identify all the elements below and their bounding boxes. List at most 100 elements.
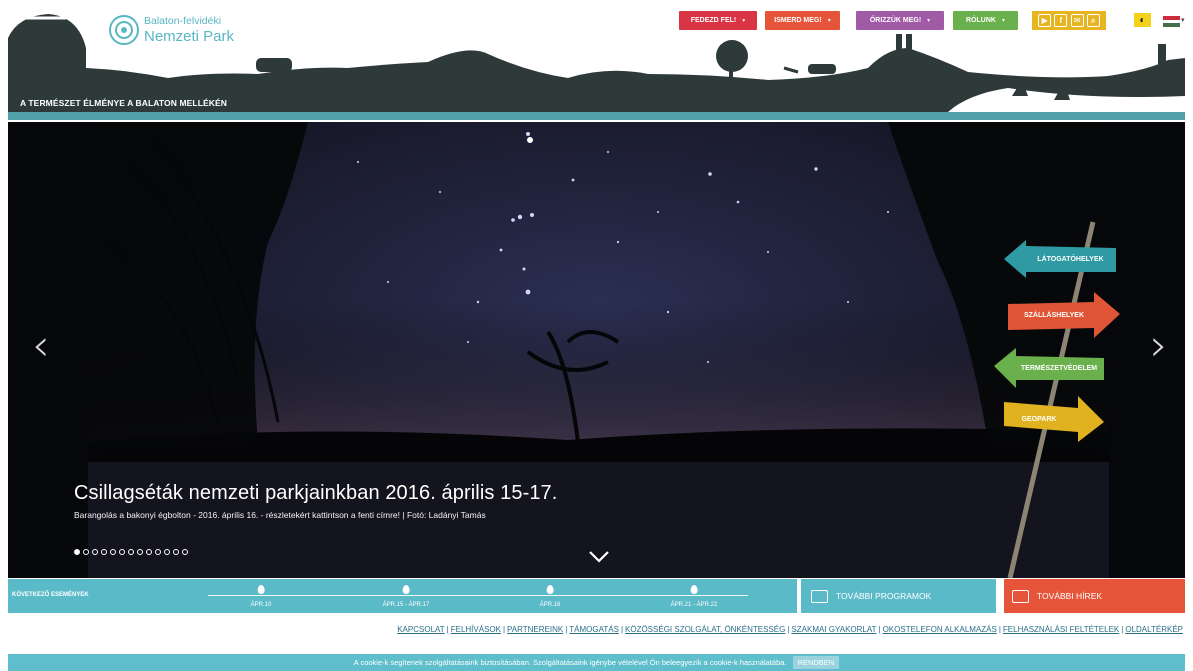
event-date: ÁPR.10 (250, 602, 272, 608)
youtube-icon[interactable]: ▶ (1038, 14, 1052, 27)
hero-subtitle: Barangolás a bakonyi égbolton - 2016. áp… (74, 510, 486, 520)
nav-ismerd-meg[interactable]: ISMERD MEG! ▾ (765, 11, 840, 30)
event-item[interactable]: ÁPR.10 (250, 585, 272, 608)
separator: | (502, 625, 506, 634)
separator: | (998, 625, 1001, 634)
slide-dot[interactable] (182, 549, 188, 555)
slide-dot[interactable] (110, 549, 116, 555)
more-news-button[interactable]: TOVÁBBI HÍREK (1004, 579, 1185, 613)
search-icon[interactable]: ⌕ (1086, 14, 1100, 27)
footer-link-kapcsolat[interactable]: KAPCSOLAT (397, 625, 444, 634)
nav-orizzuk-meg[interactable]: ŐRIZZÜK MEG! ▾ (856, 11, 944, 30)
cookie-text: A cookie-k segítenek szolgáltatásaink bi… (353, 658, 787, 667)
facebook-icon[interactable]: f (1054, 14, 1068, 27)
footer-link-onkentesseg[interactable]: KÖZÖSSÉGI SZOLGÁLAT, ÖNKÉNTESSÉG (625, 625, 785, 634)
hero-caption: Csillagséták nemzeti parkjainkban 2016. … (74, 482, 557, 520)
pin-icon (690, 585, 698, 594)
footer-link-okostelefon[interactable]: OKOSTELEFON ALKALMAZÁS (883, 625, 997, 634)
sign-termeszetvedelem[interactable]: TERMÉSZETVÉDELEM (994, 348, 1106, 388)
sign-latogatohelyek[interactable]: LÁTOGATÓHELYEK (1004, 240, 1119, 278)
slide-dot[interactable] (137, 549, 143, 555)
footer-link-felhivasok[interactable]: FELHÍVÁSOK (451, 625, 501, 634)
footer-links: KAPCSOLAT | FELHÍVÁSOK | PARTNEREINK | TÁMO… (397, 625, 1183, 634)
nav-label: ISMERD MEG! (774, 17, 822, 24)
prev-slide-button[interactable]: ‹ (32, 320, 50, 371)
hero-title[interactable]: Csillagséták nemzeti parkjainkban 2016. … (74, 482, 557, 505)
slide-dot[interactable] (119, 549, 125, 555)
slide-dot[interactable] (92, 549, 98, 555)
hero-slider: ‹ › LÁTOGATÓHELYEK SZÁLLÁSHELYEK TERMÉSZ… (8, 122, 1185, 578)
separator: | (446, 625, 449, 634)
separator: | (878, 625, 881, 634)
chevron-down-icon: ▾ (927, 18, 931, 24)
pin-icon (257, 585, 265, 594)
separator: | (565, 625, 568, 634)
event-date: ÁPR.16 (539, 602, 561, 608)
footer-link-partnereink[interactable]: PARTNEREINK (507, 625, 563, 634)
chevron-down-icon[interactable] (588, 550, 610, 564)
events-label: KÖVETKEZŐ ESEMÉNYEK (12, 592, 89, 598)
sign-label: SZÁLLÁSHELYEK (1023, 311, 1085, 319)
footer-link-szakmai-gyakorlat[interactable]: SZAKMAI GYAKORLAT (791, 625, 876, 634)
hungarian-flag-icon[interactable] (1163, 16, 1180, 28)
cookie-accept-button[interactable]: RENDBEN (792, 656, 840, 669)
pin-icon (402, 585, 410, 594)
more-programs-button[interactable]: TOVÁBBI PROGRAMOK (801, 579, 996, 613)
news-icon (1012, 589, 1029, 603)
logo-line1: Balaton-felvidéki (144, 15, 222, 28)
footer-link-tamogatas[interactable]: TÁMOGATÁS (569, 625, 619, 634)
language-caret-icon[interactable]: ▾ (1181, 16, 1185, 24)
separator: | (787, 625, 790, 634)
social-bar: ▶ f ✉ ⌕ (1032, 11, 1106, 30)
nav-rolunk[interactable]: RÓLUNK ▾ (953, 11, 1018, 30)
sign-label: LÁTOGATÓHELYEK (1037, 255, 1104, 263)
top-nav: FEDEZD FEL! ▾ ISMERD MEG! ▾ ŐRIZZÜK MEG! ▾ … (679, 11, 1018, 30)
timeline-line (208, 595, 748, 596)
site-logo[interactable]: Balaton-felvidéki Nemzeti Park (108, 14, 234, 46)
separator: | (1121, 625, 1124, 634)
header-strip (8, 112, 1185, 120)
slide-dot[interactable] (101, 549, 107, 555)
page: Balaton-felvidéki Nemzeti Park A TERMÉSZ… (0, 0, 1193, 671)
footer-link-oldalterkep[interactable]: OLDALTÉRKÉP (1125, 625, 1183, 634)
event-date: ÁPR.21 - ÁPR.22 (670, 602, 718, 608)
pin-icon (546, 585, 554, 594)
calendar-icon (811, 589, 828, 603)
event-item[interactable]: ÁPR.21 - ÁPR.22 (670, 585, 718, 608)
sign-label: GEOPARK (1021, 415, 1057, 423)
nav-label: RÓLUNK (966, 17, 996, 24)
slide-dot[interactable] (83, 549, 89, 555)
sign-geopark[interactable]: GEOPARK (1004, 396, 1104, 442)
slide-dot[interactable] (173, 549, 179, 555)
more-programs-label: TOVÁBBI PROGRAMOK (836, 591, 932, 601)
tagline: A TERMÉSZET ÉLMÉNYE A BALATON MELLÉKÉN (20, 98, 228, 108)
event-item[interactable]: ÁPR.16 (539, 585, 561, 608)
event-item[interactable]: ÁPR.15 - ÁPR.17 (382, 585, 430, 608)
logo-line2: Nemzeti Park (144, 27, 235, 45)
slide-indicators (74, 549, 188, 555)
nav-fedezd-fel[interactable]: FEDEZD FEL! ▾ (679, 11, 757, 30)
events-timeline: KÖVETKEZŐ ESEMÉNYEK ÁPR.10 ÁPR.15 - ÁPR.… (8, 579, 797, 613)
logo-mark-icon (109, 15, 139, 45)
nav-label: ŐRIZZÜK MEG! (869, 17, 922, 24)
more-news-label: TOVÁBBI HÍREK (1037, 591, 1103, 601)
sign-label: TERMÉSZETVÉDELEM (1020, 364, 1098, 372)
event-date: ÁPR.15 - ÁPR.17 (382, 602, 430, 608)
slide-dot[interactable] (164, 549, 170, 555)
slide-dot[interactable] (146, 549, 152, 555)
site-header: Balaton-felvidéki Nemzeti Park A TERMÉSZ… (8, 8, 1185, 120)
accessibility-icon[interactable]: ◐ (1134, 13, 1151, 27)
cookie-bar: A cookie-k segítenek szolgáltatásaink bi… (8, 654, 1185, 671)
mail-icon[interactable]: ✉ (1070, 14, 1084, 27)
separator: | (620, 625, 624, 634)
sign-szallashelyek[interactable]: SZÁLLÁSHELYEK (1008, 292, 1120, 338)
chevron-down-icon: ▾ (827, 18, 831, 24)
chevron-down-icon: ▾ (1001, 18, 1005, 24)
slide-dot[interactable] (74, 549, 80, 555)
footer-link-feltetelek[interactable]: FELHASZNÁLÁSI FELTÉTELEK (1003, 625, 1119, 634)
slide-dot[interactable] (128, 549, 134, 555)
slide-dot[interactable] (155, 549, 161, 555)
next-slide-button[interactable]: › (1150, 320, 1168, 371)
nav-label: FEDEZD FEL! (690, 17, 737, 24)
chevron-down-icon: ▾ (742, 18, 746, 24)
